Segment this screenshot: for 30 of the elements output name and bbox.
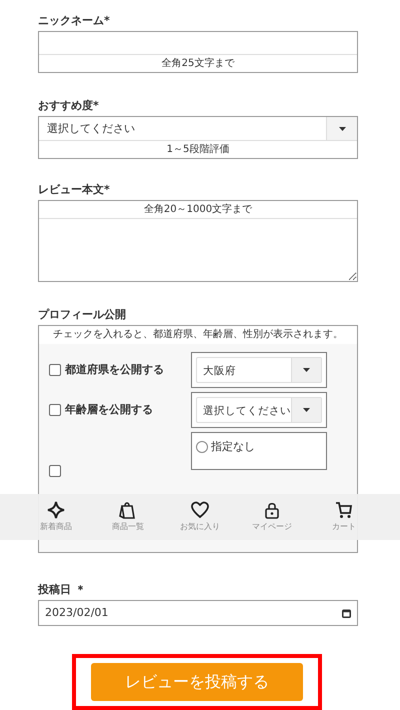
rating-select[interactable]: 選択してください [39,117,357,141]
profile-select[interactable]: 大阪府 [196,357,322,383]
cart-icon [335,501,353,519]
radio-button[interactable] [196,441,208,454]
padlock-icon [263,501,281,519]
shopping-bag-icon [119,501,137,519]
caret-icon [338,126,346,130]
review-field[interactable]: 全角20～1000文字まで [38,200,358,282]
field-label: おすすめ度* [38,99,100,113]
sparkle-icon [47,501,65,519]
nickname-field[interactable]: 全角25文字まで [38,31,358,73]
date-input[interactable]: 2023/02/01 [38,600,358,626]
hint-text: 全角25文字まで [160,56,236,71]
checkbox[interactable] [49,465,61,477]
field-label: プロフィール公開 [38,308,127,322]
checkbox-label: 都道府県を公開する [65,362,164,378]
calendar-icon [342,608,351,618]
heart-icon [191,501,209,519]
field-label: レビュー本文* [38,183,111,197]
caret-icon [303,368,310,372]
radio-label: 指定なし [211,439,255,455]
field-label: 投稿日 ＊ [38,583,87,597]
caret-icon [303,408,310,412]
checkbox-label: 年齢層を公開する [65,402,153,418]
hint-text: 1～5段階評価 [166,142,230,157]
checkbox[interactable] [49,364,61,376]
profile-select[interactable]: 選択してください [196,397,322,423]
field-label: ニックネーム* [38,14,111,28]
hint-text: 全角20～1000文字まで [39,201,357,219]
checkbox[interactable] [49,404,61,416]
